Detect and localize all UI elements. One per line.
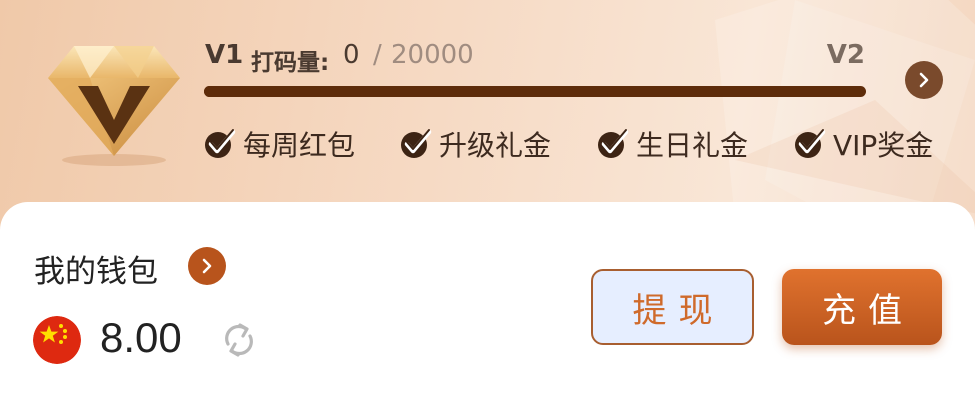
bet-amount-target: 20000 xyxy=(391,40,474,70)
decorative-facets xyxy=(715,0,975,230)
bet-amount-label: 打码量: xyxy=(251,50,330,76)
perk-upgrade-bonus: 升级礼金 xyxy=(399,122,551,166)
check-badge-icon xyxy=(401,129,432,158)
next-vip-level: V2 xyxy=(826,40,865,70)
check-badge-icon xyxy=(205,129,236,158)
vip-wallet-panel: V1 打码量: 0 / 20000 V2 每周红包 升级礼金 生日礼金 VIP奖… xyxy=(0,0,975,411)
current-vip-level: V1 xyxy=(205,40,244,70)
perk-label: VIP奖金 xyxy=(833,129,934,162)
perk-vip-bonus: VIP奖金 xyxy=(793,122,933,166)
deposit-label: 充值 xyxy=(822,290,914,331)
diamond-v-icon xyxy=(48,46,180,166)
vip-details-button[interactable] xyxy=(905,61,943,99)
bet-amount-current: 0 xyxy=(343,40,360,70)
withdraw-label: 提现 xyxy=(632,290,725,331)
vip-progress-bar xyxy=(204,86,866,97)
deposit-button[interactable]: 充值 xyxy=(782,269,942,345)
perk-label: 每周红包 xyxy=(243,129,356,162)
check-badge-icon xyxy=(598,129,629,158)
vip-banner[interactable]: V1 打码量: 0 / 20000 V2 每周红包 升级礼金 生日礼金 VIP奖… xyxy=(0,0,975,230)
wallet-title[interactable]: 我的钱包 xyxy=(34,246,158,291)
withdraw-button[interactable]: 提现 xyxy=(591,269,754,345)
perk-weekly-red-packet: 每周红包 xyxy=(203,122,355,166)
perk-label: 升级礼金 xyxy=(439,129,552,162)
perk-label: 生日礼金 xyxy=(636,129,749,162)
bet-amount-separator: / xyxy=(373,40,382,70)
vip-level-row: V1 打码量: 0 / 20000 V2 xyxy=(205,40,865,76)
wallet-card: 我的钱包 8.00 提现 充值 xyxy=(0,202,975,411)
perk-birthday-bonus: 生日礼金 xyxy=(596,122,748,166)
china-flag-icon xyxy=(33,316,81,364)
refresh-icon[interactable] xyxy=(220,320,258,360)
chevron-right-icon xyxy=(919,72,929,88)
check-badge-icon xyxy=(795,129,826,158)
wallet-details-button[interactable] xyxy=(188,247,226,285)
wallet-balance: 8.00 xyxy=(100,314,182,361)
vip-progress-fill xyxy=(204,86,215,97)
chevron-right-icon xyxy=(202,258,212,274)
